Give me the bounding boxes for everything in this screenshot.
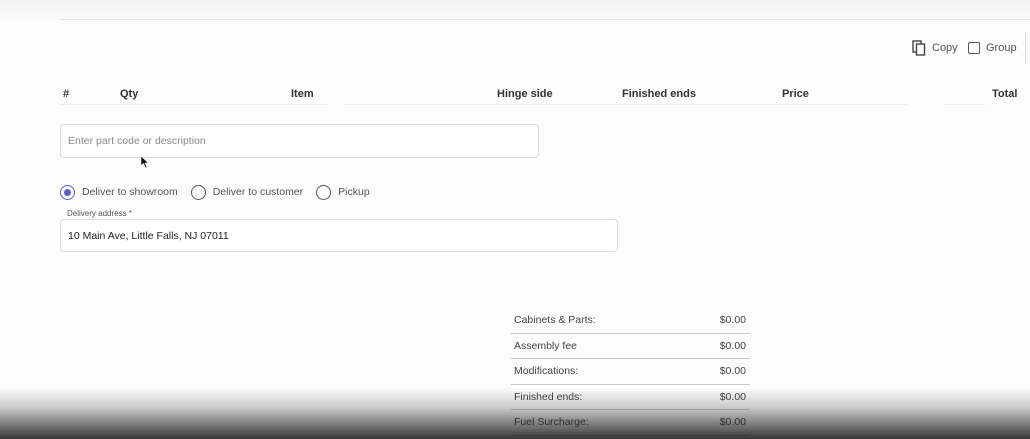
column-header-price: Price — [782, 88, 809, 100]
toolbar-divider — [1025, 32, 1026, 64]
column-header-finished-ends: Finished ends — [622, 88, 696, 100]
summary-label: Assembly fee — [514, 339, 578, 352]
summary-value: $0.00 — [719, 365, 746, 378]
column-header-item: Item — [291, 88, 314, 100]
mouse-cursor-icon — [140, 155, 150, 169]
summary-row: Modifications: $0.00 — [511, 359, 750, 385]
summary-row: Cabinets & Parts: $0.00 — [511, 308, 750, 334]
column-header-hinge-side: Hinge side — [497, 88, 553, 100]
part-search-field[interactable] — [60, 124, 539, 158]
copy-label: Copy — [932, 42, 958, 54]
radio-pickup[interactable]: Pickup — [316, 184, 370, 200]
top-bar — [0, 0, 1030, 20]
summary-row: Assembly fee $0.00 — [511, 334, 750, 359]
group-checkbox[interactable]: Group — [968, 38, 1017, 58]
summary-label: Cabinets & Parts: — [514, 314, 596, 327]
radio-label: Deliver to customer — [212, 186, 304, 198]
column-header-total: Total — [992, 88, 1018, 100]
radio-label: Pickup — [338, 186, 370, 198]
header-divider — [60, 104, 328, 105]
copy-icon — [912, 40, 926, 56]
delivery-address-field[interactable] — [60, 219, 618, 252]
top-divider — [60, 19, 1030, 20]
summary-value: $0.00 — [719, 390, 746, 403]
summary-value: $0.00 — [719, 416, 746, 429]
summary-row: Finished ends: $0.00 — [511, 385, 750, 410]
header-divider — [945, 104, 985, 105]
delivery-address-input[interactable] — [68, 229, 610, 242]
order-summary: Cabinets & Parts: $0.00 Assembly fee $0.… — [511, 308, 750, 436]
radio-button[interactable] — [316, 184, 332, 200]
copy-button[interactable]: Copy — [912, 38, 958, 58]
radio-button[interactable] — [190, 184, 206, 200]
delivery-options: Deliver to showroom Deliver to customer … — [60, 183, 383, 201]
column-header-qty: Qty — [120, 88, 139, 100]
summary-label: Fuel Surcharge: — [514, 416, 589, 429]
table-header: # Qty Item Hinge side Finished ends Pric… — [0, 86, 1030, 104]
group-label: Group — [986, 42, 1017, 54]
delivery-address-label: Delivery address * — [67, 209, 132, 218]
summary-label: Finished ends: — [514, 390, 583, 403]
radio-deliver-to-showroom[interactable]: Deliver to showroom — [60, 184, 178, 200]
group-checkbox-box[interactable] — [968, 42, 980, 54]
header-divider — [345, 104, 907, 105]
radio-deliver-to-customer[interactable]: Deliver to customer — [190, 184, 304, 200]
part-search-input[interactable] — [68, 135, 531, 147]
summary-row: Fuel Surcharge: $0.00 — [511, 410, 750, 436]
summary-value: $0.00 — [719, 314, 746, 327]
summary-label: Modifications: — [514, 365, 579, 378]
radio-label: Deliver to showroom — [82, 186, 178, 198]
summary-value: $0.00 — [719, 339, 746, 352]
column-header-number: # — [63, 88, 70, 100]
radio-button-checked[interactable] — [60, 184, 75, 200]
